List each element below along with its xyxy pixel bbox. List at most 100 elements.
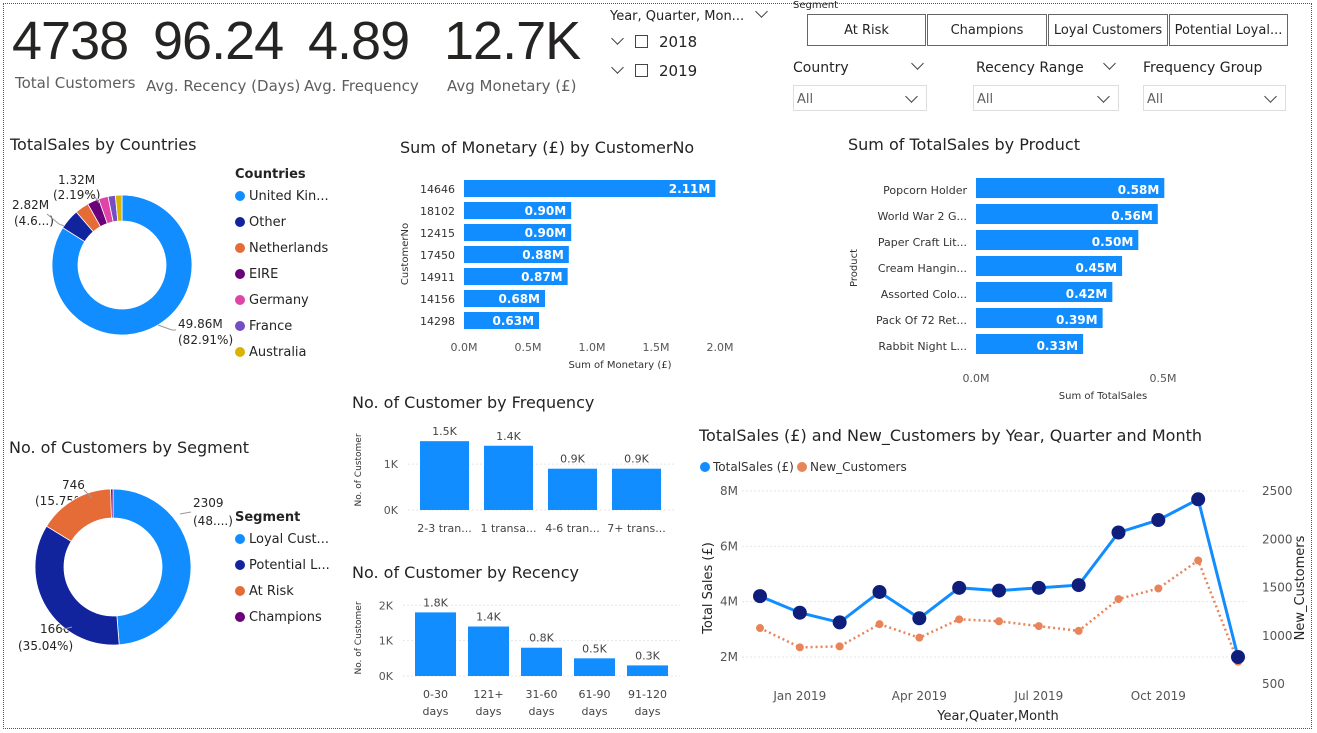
leader-line: [157, 324, 176, 331]
recency-bar: [574, 658, 615, 676]
product-value-label: 0.42M: [1066, 287, 1108, 301]
line-chart-right-tick: 2500: [1262, 484, 1293, 498]
product-value-label: 0.39M: [1056, 313, 1098, 327]
totalsales-point: [1231, 650, 1245, 664]
product-category-label: World War 2 G...: [878, 210, 967, 223]
frequency-y-axis-title: No. of Customer: [354, 433, 364, 506]
recency-category-label: 121+: [473, 688, 503, 701]
legend-dot-icon: [700, 462, 710, 472]
product-category-label: Popcorn Holder: [883, 184, 967, 197]
recency-category-label: days: [423, 705, 449, 718]
frequency-category-label: 7+ trans...: [607, 522, 665, 535]
line-chart-left-tick: 8M: [720, 484, 738, 498]
line-chart-x-axis-title: Year,Quater,Month: [936, 709, 1058, 724]
frequency-value-label: 0.9K: [560, 453, 585, 466]
monetary-category-label: 18102: [420, 205, 455, 218]
product-value-label: 0.58M: [1118, 183, 1160, 197]
line-chart-right-tick: 1000: [1262, 629, 1293, 643]
segment-donut-slice: [110, 488, 114, 519]
line-chart-x-tick: Jul 2019: [1013, 689, 1063, 703]
frequency-category-label: 4-6 tran...: [545, 522, 600, 535]
monetary-category-label: 14298: [420, 315, 455, 328]
product-value-label: 0.56M: [1111, 209, 1153, 223]
totalsales-point: [1151, 513, 1166, 528]
charts-layer: 2.11M 14646 0.90M 18102 0.90M 12415 0.88M 17450…: [34, 178, 1308, 724]
recency-category-label: days: [582, 705, 608, 718]
line-chart-right-tick: 500: [1262, 677, 1285, 691]
segment-donut-slice: [112, 488, 192, 646]
product-x-axis-title: Sum of TotalSales: [1059, 391, 1147, 402]
line-chart-right-tick: 1500: [1262, 581, 1293, 595]
new-customers-point: [915, 633, 924, 642]
monetary-x-axis-title: Sum of Monetary (£): [568, 360, 671, 371]
monetary-value-label: 0.90M: [525, 226, 567, 240]
product-value-label: 0.45M: [1076, 261, 1118, 275]
frequency-category-label: 1 transa...: [480, 522, 536, 535]
monetary-value-label: 0.88M: [522, 248, 564, 262]
line-chart-left-axis-title: Total Sales (£): [701, 542, 716, 635]
recency-value-label: 0.3K: [635, 649, 660, 662]
recency-bar: [468, 626, 509, 676]
frequency-y-tick: 1K: [384, 458, 399, 471]
frequency-y-tick: 0K: [384, 504, 399, 517]
totalsales-point: [1111, 525, 1126, 540]
recency-category-label: 31-60: [526, 688, 558, 701]
frequency-value-label: 0.9K: [624, 453, 649, 466]
frequency-bar: [548, 468, 597, 510]
line-chart-legend-totalsales: TotalSales (£): [712, 460, 794, 474]
line-chart-left-tick: 2M: [720, 650, 738, 664]
leader-line: [179, 511, 192, 515]
totalsales-point: [1191, 492, 1206, 507]
monetary-value-label: 2.11M: [669, 182, 711, 196]
line-chart-x-tick: Jan 2019: [772, 689, 826, 703]
recency-category-label: 91-120: [628, 688, 667, 701]
monetary-y-axis-title: CustomerNo: [400, 223, 411, 285]
legend-dot-icon: [797, 462, 807, 472]
monetary-value-label: 0.68M: [498, 292, 540, 306]
monetary-x-tick: 2.0M: [707, 341, 734, 354]
frequency-value-label: 1.4K: [496, 430, 521, 443]
new-customers-point: [875, 620, 884, 629]
product-category-label: Pack Of 72 Ret...: [876, 314, 967, 327]
frequency-bar: [484, 445, 533, 510]
totalsales-point: [832, 615, 847, 630]
new-customers-point: [995, 617, 1003, 626]
monetary-value-label: 0.90M: [525, 204, 567, 218]
monetary-category-label: 12415: [420, 227, 455, 240]
line-chart-right-axis-title: New_Customers: [1293, 535, 1308, 640]
monetary-x-tick: 0.5M: [515, 341, 542, 354]
monetary-category-label: 17450: [420, 249, 455, 262]
totalsales-point: [952, 580, 967, 595]
recency-value-label: 0.5K: [582, 642, 607, 655]
monetary-value-label: 0.87M: [521, 270, 563, 284]
product-category-label: Cream Hangin...: [878, 262, 967, 275]
new-customers-line: [759, 558, 1240, 663]
totalsales-point: [872, 584, 887, 599]
totalsales-point: [992, 583, 1006, 598]
recency-category-label: 61-90: [579, 688, 611, 701]
product-category-label: Assorted Colo...: [881, 288, 967, 301]
frequency-value-label: 1.5K: [432, 425, 457, 438]
monetary-x-tick: 1.5M: [643, 341, 670, 354]
line-chart-left-tick: 6M: [720, 539, 738, 553]
product-x-tick: 0.0M: [963, 372, 990, 385]
frequency-bar: [612, 468, 661, 510]
leader-line: [46, 213, 65, 227]
product-x-tick: 0.5M: [1150, 372, 1177, 385]
totalsales-point: [1071, 578, 1086, 593]
totalsales-point: [792, 605, 807, 620]
recency-y-tick: 1K: [379, 635, 394, 648]
segment-donut-slice: [34, 525, 120, 646]
monetary-x-tick: 1.0M: [579, 341, 606, 354]
product-value-label: 0.50M: [1092, 235, 1134, 249]
new-customers-point: [955, 615, 964, 624]
recency-value-label: 1.4K: [476, 611, 501, 624]
line-chart-x-tick: Apr 2019: [892, 689, 947, 703]
recency-bar: [521, 647, 562, 676]
recency-value-label: 1.8K: [423, 596, 448, 609]
line-chart-legend-new-customers: New_Customers: [810, 460, 907, 474]
new-customers-point: [835, 642, 844, 651]
totalsales-point: [753, 589, 767, 604]
monetary-value-label: 0.63M: [492, 314, 534, 328]
product-value-label: 0.33M: [1037, 339, 1079, 353]
